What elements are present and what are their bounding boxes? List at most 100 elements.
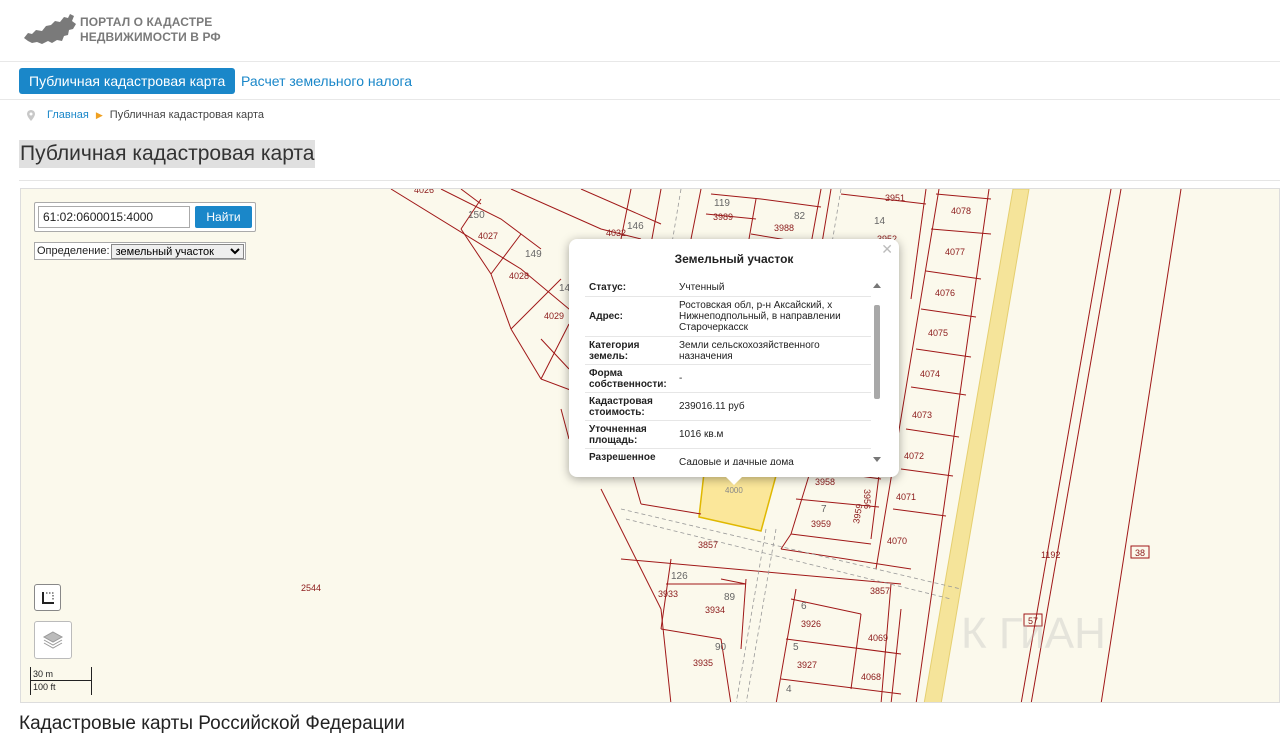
popup-row: Форма собственности: - [585,365,871,393]
definition-select[interactable]: земельный участок [110,243,244,259]
logo-line1: ПОРТАЛ О КАДАСТРЕ [80,15,213,29]
page-title: Публичная кадастровая карта [19,140,316,168]
svg-text:3989: 3989 [713,212,733,222]
divider [19,180,1280,181]
popup-row: Статус: Учтенный [585,279,871,297]
svg-text:3959: 3959 [811,519,831,529]
popup-value: Учтенный [679,282,725,293]
layers-icon [42,631,64,649]
tab-public-cadastral-map[interactable]: Публичная кадастровая карта [19,68,236,94]
svg-text:7: 7 [821,504,827,515]
scale-bar: 30 m 100 ft [28,667,92,695]
svg-text:4000: 4000 [725,486,743,495]
svg-text:3926: 3926 [801,619,821,629]
selection-icon [41,591,54,604]
svg-text:3933: 3933 [658,589,678,599]
popup-row: Категория земель: Земли сельскохозяйстве… [585,337,871,365]
svg-text:4068: 4068 [861,672,881,682]
scale-imperial: 100 ft [33,682,56,692]
popup-key: Форма собственности: [589,367,667,390]
popup-row: Кадастровая стоимость: 239016.11 руб [585,393,871,421]
svg-text:89: 89 [724,592,736,603]
popup-key: Статус: [589,282,627,293]
svg-text:3959: 3959 [851,503,864,524]
russia-map-logo-icon [24,14,76,44]
breadcrumb-current: Публичная кадастровая карта [109,109,265,121]
popup-key: Уточненная площадь: [589,423,647,446]
section-heading: Кадастровые карты Российской Федерации [19,713,405,734]
svg-text:3934: 3934 [705,605,725,615]
popup-title: Земельный участок [674,252,794,266]
svg-text:3958: 3958 [815,477,835,487]
svg-text:4073: 4073 [912,410,932,420]
popup-value: Ростовская обл, р-н Аксайский, х Нижнепо… [679,300,841,333]
popup-value: - [679,373,683,384]
svg-text:4027: 4027 [478,231,498,241]
map-pin-icon [27,109,35,121]
site-header: ПОРТАЛ О КАДАСТРЕ НЕДВИЖИМОСТИ В РФ [0,0,1280,62]
popup-key: Категория земель: [589,339,640,362]
scroll-thumb[interactable] [874,305,880,399]
svg-text:3857: 3857 [698,540,718,550]
popup-value: Садовые и дачные дома [679,457,794,465]
popup-key: Разрешенное использование: [589,451,669,466]
svg-text:4032: 4032 [606,228,626,238]
cadastral-map[interactable]: 4026 150 4027 4028 149 4029 14 146 4032 … [20,188,1280,703]
popup-scrollbar[interactable] [872,281,882,467]
popup-value: Земли сельскохозяйственного назначения [679,339,820,362]
breadcrumb: Главная ▶ Публичная кадастровая карта [27,109,264,121]
popup-row: Разрешенное использование: Садовые и дач… [585,449,871,466]
svg-text:149: 149 [525,249,542,260]
svg-text:82: 82 [794,211,806,222]
popup-row: Уточненная площадь: 1016 кв.м [585,421,871,449]
svg-text:3988: 3988 [774,223,794,233]
tab-land-tax-calculation[interactable]: Расчет земельного налога [231,68,422,94]
svg-text:4026: 4026 [414,189,434,195]
popup-key: Кадастровая стоимость: [589,395,653,418]
popup-value: 1016 кв.м [679,429,724,440]
svg-text:5: 5 [793,642,799,653]
svg-text:4071: 4071 [896,492,916,502]
popup-key: Адрес: [589,311,623,322]
svg-text:119: 119 [714,198,730,209]
svg-text:4070: 4070 [887,536,907,546]
svg-text:4078: 4078 [951,206,971,216]
site-logo[interactable]: ПОРТАЛ О КАДАСТРЕ НЕДВИЖИМОСТИ В РФ [22,12,221,48]
svg-text:3935: 3935 [693,658,713,668]
map-watermark: К ГиАН [961,609,1106,658]
scroll-up-icon[interactable] [873,283,881,288]
popup-row: Адрес: Ростовская обл, р-н Аксайский, х … [585,297,871,337]
svg-text:126: 126 [671,571,688,582]
popup-pointer [724,475,744,485]
scale-metric: 30 m [33,669,54,679]
definition-label: Определение: [37,245,110,257]
svg-text:4077: 4077 [945,247,965,257]
svg-text:4075: 4075 [928,328,948,338]
svg-text:6: 6 [801,601,807,612]
parcel-info-popup: ✕ Земельный участок Статус: Учтенный Адр… [569,239,899,485]
scroll-down-icon[interactable] [873,457,881,462]
svg-text:1192: 1192 [1041,550,1060,560]
cadastral-number-input[interactable] [38,206,190,228]
find-button[interactable]: Найти [195,206,252,228]
svg-text:14: 14 [874,216,886,227]
svg-text:3951: 3951 [885,193,905,203]
cadastral-search: Найти [34,202,256,232]
layers-button[interactable] [34,621,72,659]
selection-tool-button[interactable] [34,584,61,611]
svg-text:4076: 4076 [935,288,955,298]
logo-line2: НЕДВИЖИМОСТИ В РФ [80,30,221,44]
svg-text:4: 4 [786,684,792,695]
svg-text:4028: 4028 [509,271,529,281]
chevron-right-icon: ▶ [95,109,103,120]
svg-text:90: 90 [715,642,727,653]
svg-text:146: 146 [627,221,644,232]
popup-value: 239016.11 руб [679,401,745,412]
main-nav: Публичная кадастровая карта Расчет земел… [0,62,1280,100]
svg-text:4072: 4072 [904,451,924,461]
definition-selector: Определение: земельный участок [34,242,246,260]
svg-text:4069: 4069 [868,633,888,643]
breadcrumb-home-link[interactable]: Главная [47,109,89,121]
svg-text:3857: 3857 [870,586,890,596]
svg-text:3927: 3927 [797,660,817,670]
